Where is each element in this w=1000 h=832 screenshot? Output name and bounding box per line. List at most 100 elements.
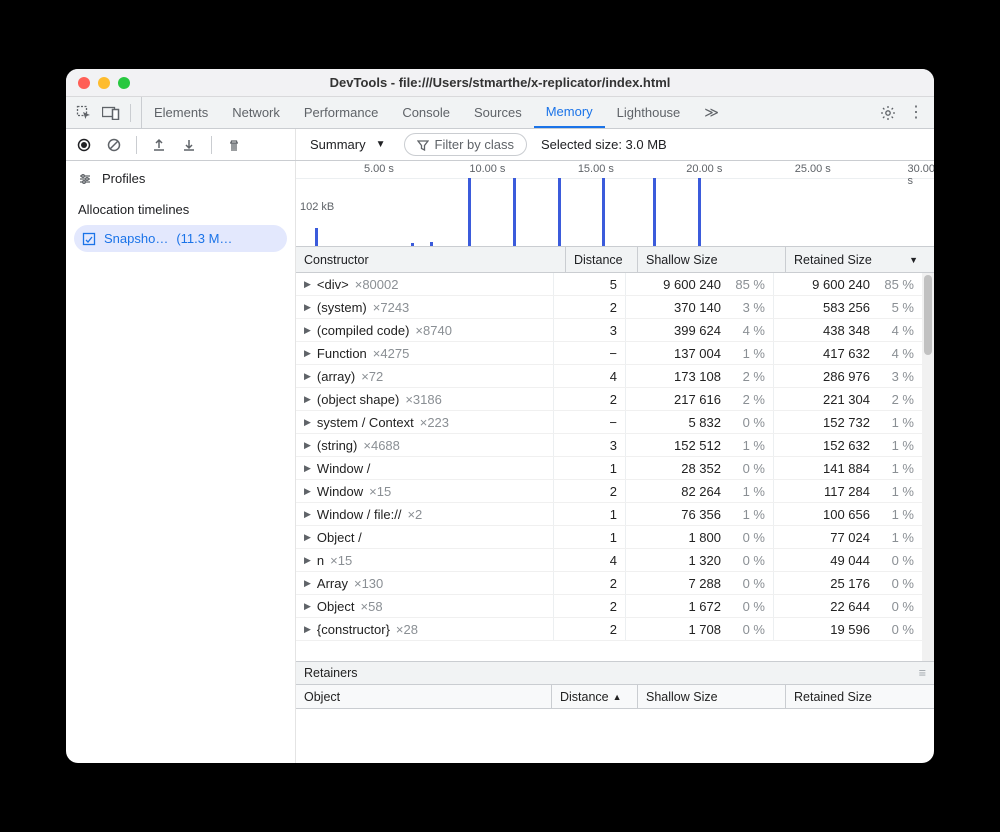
allocation-bar (513, 178, 516, 246)
device-toolbar-icon[interactable] (102, 106, 120, 120)
inspect-element-icon[interactable] (76, 105, 92, 121)
zoom-window-button[interactable] (118, 77, 130, 89)
table-row[interactable]: ▶Object /11 8000 %77 0241 % (296, 526, 922, 549)
tab-network[interactable]: Network (220, 97, 292, 128)
expand-icon[interactable]: ▶ (304, 486, 311, 497)
distance-cell: 5 (554, 273, 626, 295)
retained-size-cell: 25 1760 % (774, 572, 922, 594)
expand-icon[interactable]: ▶ (304, 532, 311, 543)
tab-console[interactable]: Console (390, 97, 462, 128)
allocation-bar (315, 228, 318, 246)
view-dropdown[interactable]: Summary ▼ (306, 137, 390, 152)
table-row[interactable]: ▶system / Context ×223−5 8320 %152 7321 … (296, 411, 922, 434)
import-icon[interactable] (181, 137, 197, 153)
close-window-button[interactable] (78, 77, 90, 89)
retained-size-cell: 221 3042 % (774, 388, 922, 410)
tab-performance[interactable]: Performance (292, 97, 390, 128)
shallow-size-cell: 82 2641 % (626, 480, 774, 502)
distance-cell: 2 (554, 595, 626, 617)
table-row[interactable]: ▶Function ×4275−137 0041 %417 6324 % (296, 342, 922, 365)
table-row[interactable]: ▶{constructor} ×2821 7080 %19 5960 % (296, 618, 922, 641)
allocation-bar (698, 178, 701, 246)
shallow-size-cell: 1 6720 % (626, 595, 774, 617)
expand-icon[interactable]: ▶ (304, 302, 311, 313)
table-row[interactable]: ▶(array) ×724173 1082 %286 9763 % (296, 365, 922, 388)
settings-icon[interactable] (880, 105, 896, 121)
allocation-timeline[interactable]: 5.00 s10.00 s15.00 s20.00 s25.00 s30.00 … (296, 161, 934, 247)
instance-count: ×72 (361, 369, 383, 384)
table-row[interactable]: ▶Window / file:// ×2176 3561 %100 6561 % (296, 503, 922, 526)
expand-icon[interactable]: ▶ (304, 440, 311, 451)
tab-sources[interactable]: Sources (462, 97, 534, 128)
clear-icon[interactable] (106, 137, 122, 153)
table-row[interactable]: ▶Object ×5821 6720 %22 6440 % (296, 595, 922, 618)
scrollbar-thumb[interactable] (924, 275, 932, 355)
allocation-bar (558, 178, 561, 246)
expand-icon[interactable]: ▶ (304, 394, 311, 405)
expand-icon[interactable]: ▶ (304, 624, 311, 635)
expand-icon[interactable]: ▶ (304, 509, 311, 520)
record-icon[interactable] (76, 137, 92, 153)
selected-size-label: Selected size: 3.0 MB (541, 137, 667, 152)
table-row[interactable]: ▶Window /128 3520 %141 8841 % (296, 457, 922, 480)
retained-size-cell: 583 2565 % (774, 296, 922, 318)
table-row[interactable]: ▶(compiled code) ×87403399 6244 %438 348… (296, 319, 922, 342)
distance-cell: 3 (554, 434, 626, 456)
header-distance[interactable]: Distance (566, 247, 638, 272)
shallow-size-cell: 173 1082 % (626, 365, 774, 387)
snapshot-item[interactable]: Snapsho… (11.3 M… (74, 225, 287, 252)
timeline-tick: 25.00 s (795, 163, 831, 175)
retained-size-cell: 152 7321 % (774, 411, 922, 433)
kebab-menu-icon[interactable]: ⋮ (908, 105, 924, 121)
retainers-header-retained[interactable]: Retained Size (786, 685, 934, 708)
filter-input[interactable]: Filter by class (404, 133, 527, 156)
constructor-name: Object / (317, 530, 362, 545)
retainers-header-distance[interactable]: Distance▲ (552, 685, 638, 708)
more-tabs-button[interactable]: ≫ (692, 97, 731, 128)
expand-icon[interactable]: ▶ (304, 463, 311, 474)
collect-garbage-icon[interactable] (226, 137, 242, 153)
table-row[interactable]: ▶(string) ×46883152 5121 %152 6321 % (296, 434, 922, 457)
profiles-header[interactable]: Profiles (66, 165, 295, 192)
constructor-name: Window / (317, 461, 370, 476)
table-row[interactable]: ▶(object shape) ×31862217 6162 %221 3042… (296, 388, 922, 411)
table-row[interactable]: ▶<div> ×8000259 600 24085 %9 600 24085 % (296, 273, 922, 296)
retainers-header-object[interactable]: Object (296, 685, 552, 708)
retainers-header-shallow[interactable]: Shallow Size (638, 685, 786, 708)
table-row[interactable]: ▶(system) ×72432370 1403 %583 2565 % (296, 296, 922, 319)
minimize-window-button[interactable] (98, 77, 110, 89)
retained-size-cell: 438 3484 % (774, 319, 922, 341)
table-row[interactable]: ▶Array ×13027 2880 %25 1760 % (296, 572, 922, 595)
allocation-bar (430, 242, 433, 246)
expand-icon[interactable]: ▶ (304, 348, 311, 359)
tab-memory[interactable]: Memory (534, 97, 605, 128)
retained-size-cell: 22 6440 % (774, 595, 922, 617)
instance-count: ×3186 (405, 392, 442, 407)
profiles-label: Profiles (102, 171, 145, 186)
retainers-menu-icon[interactable]: ≡ (919, 666, 926, 680)
expand-icon[interactable]: ▶ (304, 279, 311, 290)
table-body[interactable]: ▶<div> ×8000259 600 24085 %9 600 24085 %… (296, 273, 934, 661)
retained-size-cell: 49 0440 % (774, 549, 922, 571)
header-constructor[interactable]: Constructor (296, 247, 566, 272)
expand-icon[interactable]: ▶ (304, 601, 311, 612)
expand-icon[interactable]: ▶ (304, 325, 311, 336)
constructor-table: Constructor Distance Shallow Size Retain… (296, 247, 934, 661)
filter-placeholder: Filter by class (435, 137, 514, 152)
header-retained-size[interactable]: Retained Size ▼ (786, 247, 934, 272)
instance-count: ×4688 (363, 438, 400, 453)
table-row[interactable]: ▶Window ×15282 2641 %117 2841 % (296, 480, 922, 503)
export-icon[interactable] (151, 137, 167, 153)
shallow-size-cell: 7 2880 % (626, 572, 774, 594)
table-row[interactable]: ▶n ×1541 3200 %49 0440 % (296, 549, 922, 572)
tab-elements[interactable]: Elements (142, 97, 220, 128)
expand-icon[interactable]: ▶ (304, 371, 311, 382)
expand-icon[interactable]: ▶ (304, 578, 311, 589)
tab-lighthouse[interactable]: Lighthouse (605, 97, 693, 128)
retainers-panel: Retainers ≡ Object Distance▲ Shallow Siz… (296, 661, 934, 763)
expand-icon[interactable]: ▶ (304, 555, 311, 566)
vertical-scrollbar[interactable] (922, 273, 934, 661)
expand-icon[interactable]: ▶ (304, 417, 311, 428)
timeline-tick: 5.00 s (364, 163, 394, 175)
header-shallow-size[interactable]: Shallow Size (638, 247, 786, 272)
